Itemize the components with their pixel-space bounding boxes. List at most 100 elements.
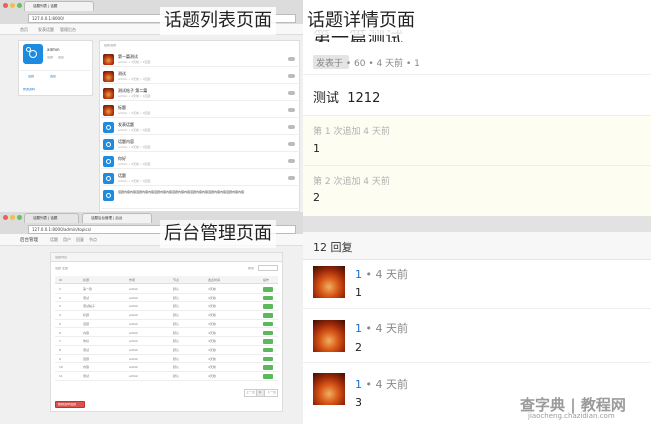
edit-button[interactable] [263, 287, 273, 292]
table-row[interactable]: 11 测试 admin 默认 4天前 [55, 372, 278, 381]
cell-title[interactable]: 话题 [83, 357, 89, 361]
edit-button[interactable] [263, 321, 273, 327]
cell-title[interactable]: 测试 [83, 296, 89, 300]
cell-title[interactable]: 标题 [83, 313, 89, 317]
reply-time: • 4 天前 [362, 322, 408, 335]
topic-row[interactable]: 测试帖子 第二篇 admin • 4天前 • 1回复 [101, 85, 298, 101]
user-stat-replies-link[interactable]: 回复 [50, 75, 56, 78]
reply-avatar[interactable] [313, 320, 345, 352]
append-header-2: 第 2 次追加 4 天前 [313, 177, 390, 187]
window-maximize-icon[interactable] [17, 215, 22, 220]
window-minimize-icon[interactable] [10, 215, 15, 220]
window-maximize-icon[interactable] [17, 3, 22, 8]
edit-button[interactable] [263, 356, 273, 362]
table-row[interactable]: 6 内容 admin 默认 4天前 [55, 329, 278, 338]
col-id: ID [59, 278, 63, 282]
table-row[interactable]: 7 你好 admin 默认 4天前 [55, 337, 278, 346]
reply-avatar[interactable] [313, 266, 345, 298]
admin-browser-tab-1[interactable]: 话题列表 | 话题 [24, 213, 79, 223]
pagination-next[interactable]: 下一页 [267, 391, 276, 394]
table-row[interactable]: 10 内容 admin 默认 4天前 [55, 363, 278, 372]
topic-avatar[interactable] [103, 139, 114, 150]
topic-meta: admin • 4天前 • 0回复 [118, 162, 151, 166]
topic-avatar[interactable] [103, 71, 114, 82]
cell-title[interactable]: 测试 [83, 348, 89, 352]
topic-avatar[interactable] [103, 54, 114, 65]
cell-title[interactable]: 测试帖子 [83, 304, 95, 308]
cell-author: admin [129, 287, 139, 291]
edit-button[interactable] [263, 374, 273, 379]
table-row[interactable]: 9 话题 admin 默认 4天前 [55, 355, 278, 364]
admin-nav-brand[interactable]: 后台管理 [20, 237, 38, 243]
cell-title[interactable]: 第一篇 [83, 287, 92, 291]
admin-nav-topics[interactable]: 话题 [50, 237, 58, 243]
replies-header-bar [303, 232, 651, 260]
topic-avatar[interactable] [103, 173, 114, 184]
topic-row[interactable]: 话题 admin • 4天前 • 0回复 [101, 170, 298, 186]
edit-button[interactable] [263, 304, 273, 309]
cell-title[interactable]: 内容 [83, 331, 89, 335]
edit-button[interactable] [263, 295, 273, 301]
user-name[interactable]: admin [47, 48, 60, 52]
topic-meta: admin • 4天前 • 0回复 [118, 179, 151, 183]
cell-title[interactable]: 内容 [83, 365, 89, 369]
topic-avatar[interactable] [103, 156, 114, 167]
admin-filter[interactable]: 话题 全部 [55, 267, 68, 270]
edit-button[interactable] [263, 330, 273, 335]
edit-button[interactable] [263, 365, 273, 370]
admin-nav-nodes[interactable]: 节点 [89, 237, 97, 243]
topic-row[interactable]: 话题内容 admin • 4天前 • 0回复 [101, 136, 298, 152]
topic-row[interactable]: 测试 admin • 4天前 • 0回复 [101, 68, 298, 84]
list-browser-tab[interactable]: 话题列表 | 话题 [24, 1, 94, 11]
reply-time: • 4 天前 [362, 378, 408, 391]
window-minimize-icon[interactable] [10, 3, 15, 8]
topic-row[interactable]: 你好 admin • 4天前 • 0回复 [101, 153, 298, 169]
window-close-icon[interactable] [3, 3, 8, 8]
edit-button[interactable] [263, 347, 273, 353]
topic-row[interactable]: 发表话题 admin • 4天前 • 0回复 [101, 119, 298, 135]
table-row[interactable]: 5 话题 admin 默认 4天前 [55, 320, 278, 329]
topic-avatar[interactable] [103, 105, 114, 116]
reply-text: 3 [355, 396, 362, 409]
table-row[interactable]: 2 测试 admin 默认 4天前 [55, 294, 278, 303]
topic-row[interactable]: 标题 admin • 4天前 • 0回复 [101, 102, 298, 118]
cell-time: 4天前 [208, 304, 216, 309]
cell-title[interactable]: 你好 [83, 339, 89, 343]
admin-search-input[interactable] [258, 265, 278, 271]
edit-button[interactable] [263, 313, 273, 318]
topic-avatar[interactable] [103, 122, 114, 133]
user-stat-topics-link[interactable]: 话题 [28, 75, 34, 78]
pagination-page-1[interactable]: 1 [259, 391, 261, 394]
cell-title[interactable]: 话题 [83, 322, 89, 326]
cell-node: 默认 [173, 365, 180, 370]
reply-user-link[interactable]: 1 [355, 268, 362, 281]
topic-row[interactable]: 第一篇测试 admin • 4天前 • 1回复 [101, 51, 298, 67]
cell-author: admin [129, 356, 139, 361]
col-time: 发表时间 [208, 278, 221, 282]
pagination-prev[interactable]: 上一页 [246, 391, 255, 394]
admin-nav-users[interactable]: 用户 [63, 237, 71, 243]
topic-avatar[interactable] [103, 190, 114, 201]
reply-user-link[interactable]: 1 [355, 322, 362, 335]
topic-row[interactable]: 话题内容内容话题内容内容话题内容内容话题内容内容话题内容内容话题内容内容话题内容… [101, 187, 298, 209]
admin-browser-tab-2[interactable]: 话题后台管理 | 后台 [82, 213, 152, 223]
nav-new-topic[interactable]: 发表话题 [38, 27, 54, 33]
nav-home[interactable]: 首页 [20, 27, 28, 33]
topic-long-text[interactable]: 话题内容内容话题内容内容话题内容内容话题内容内容话题内容内容话题内容内容话题内容… [118, 190, 293, 194]
cell-id: 4 [59, 313, 61, 318]
nav-admin[interactable]: 管理后台 [60, 27, 76, 33]
reply-avatar[interactable] [313, 373, 345, 405]
edit-button[interactable] [263, 339, 273, 344]
reply-user-link[interactable]: 1 [355, 378, 362, 391]
edit-profile-link[interactable]: 修改资料 [23, 88, 35, 91]
table-row[interactable]: 1 第一篇 admin 默认 4天前 [55, 285, 278, 294]
window-close-icon[interactable] [3, 215, 8, 220]
admin-nav-replies[interactable]: 回复 [76, 237, 84, 243]
reply-count-badge [288, 176, 295, 180]
table-row[interactable]: 4 标题 admin 默认 4天前 [55, 311, 278, 320]
cell-title[interactable]: 测试 [83, 374, 89, 378]
table-row[interactable]: 8 测试 admin 默认 4天前 [55, 346, 278, 355]
cell-node: 默认 [173, 295, 180, 300]
topic-avatar[interactable] [103, 88, 114, 99]
table-row[interactable]: 3 测试帖子 admin 默认 4天前 [55, 302, 278, 312]
